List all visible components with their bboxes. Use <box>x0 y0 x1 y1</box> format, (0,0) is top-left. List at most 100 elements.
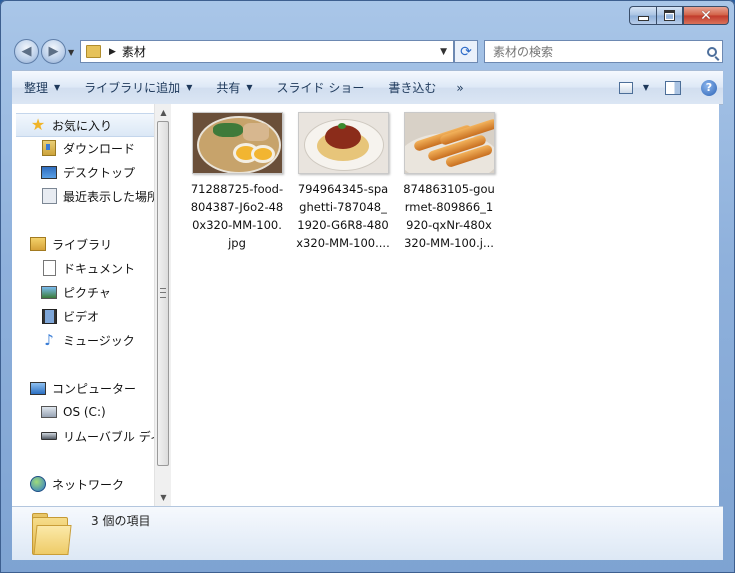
search-box[interactable] <box>484 40 723 63</box>
address-history-dropdown-icon[interactable]: ▼ <box>440 47 447 57</box>
libraries-icon <box>30 236 46 252</box>
preview-pane-button[interactable] <box>655 71 691 104</box>
close-icon: ✕ <box>700 7 712 24</box>
chevron-down-icon: ▼ <box>246 83 253 92</box>
arrow-left-icon: ◀ <box>21 44 32 59</box>
breadcrumb-separator-icon[interactable]: ▶ <box>109 47 116 57</box>
file-name-line: 804387-J6o2-48 <box>190 200 284 214</box>
nav-item-network[interactable]: ネットワーク <box>30 473 124 495</box>
refresh-icon: ⟳ <box>460 43 472 60</box>
documents-icon <box>41 260 57 276</box>
change-view-button[interactable]: ▼ <box>613 71 655 104</box>
view-icon <box>618 81 633 94</box>
chevron-down-icon: ▼ <box>642 83 649 92</box>
maximize-button[interactable] <box>656 6 683 25</box>
maximize-icon <box>664 10 675 21</box>
nav-item-label: デスクトップ <box>63 165 136 180</box>
desktop-icon <box>41 164 57 180</box>
nav-item-pictures[interactable]: ピクチャ <box>41 281 111 303</box>
address-bar[interactable]: ▶ 素材 ▼ <box>80 40 454 63</box>
folder-icon <box>32 513 72 555</box>
burn-button[interactable]: 書き込む <box>376 71 448 104</box>
nav-item-label: ネットワーク <box>52 477 125 492</box>
folder-icon <box>86 45 101 58</box>
search-input[interactable] <box>491 43 695 60</box>
nav-item-desktop[interactable]: デスクトップ <box>41 161 135 183</box>
network-icon <box>30 476 46 492</box>
file-name-line: 794964345-spa <box>297 182 389 196</box>
nav-item-label: ビデオ <box>63 309 100 324</box>
add-to-library-label: ライブラリに追加 <box>84 81 181 95</box>
nav-item-label: コンピューター <box>52 381 137 396</box>
nav-item-label: 最近表示した場所 <box>63 189 155 204</box>
details-pane: 3 個の項目 <box>12 506 723 560</box>
share-menu-button[interactable]: 共有 ▼ <box>204 71 264 104</box>
nav-item-label: ミュージック <box>63 333 135 348</box>
more-commands-label: » <box>456 80 464 95</box>
scroll-up-arrow-icon[interactable]: ▲ <box>155 104 172 121</box>
pictures-icon <box>41 284 57 300</box>
file-name: 874863105-gou rmet-809866_1 920-qxNr-480… <box>396 180 502 252</box>
nav-item-libraries[interactable]: ライブラリ <box>30 233 112 255</box>
nav-item-label: お気に入り <box>52 118 113 133</box>
nav-item-label: ピクチャ <box>63 285 111 300</box>
breadcrumb-current-folder[interactable]: 素材 <box>122 43 146 60</box>
file-name-line: 0x320-MM-100. <box>192 218 282 232</box>
file-name-line: x320-MM-100.... <box>296 236 390 250</box>
downloads-folder-icon <box>41 140 57 156</box>
command-toolbar: 整理 ▼ ライブラリに追加 ▼ 共有 ▼ スライド ショー 書き込む » ▼ ? <box>12 70 723 105</box>
search-icon[interactable] <box>707 46 717 57</box>
nav-item-recent-places[interactable]: 最近表示した場所 <box>41 185 155 207</box>
navigation-scrollbar[interactable]: ▲ ▼ <box>154 104 172 506</box>
forward-button[interactable]: ▶ <box>41 39 66 64</box>
file-name: 794964345-spa ghetti-787048_ 1920-G6R8-4… <box>290 180 396 252</box>
explorer-window: ✕ ◀ ▶ ▼ ▶ 素材 ▼ ⟳ 整理 ▼ ライブラリに追加 ▼ 共有 ▼ スライド … <box>0 0 735 573</box>
scrollbar-grip-icon <box>160 288 166 298</box>
file-name-line: ghetti-787048_ <box>299 200 387 214</box>
nav-item-os-drive[interactable]: OS (C:) <box>41 401 106 423</box>
recent-pages-dropdown-icon[interactable]: ▼ <box>68 48 74 57</box>
nav-item-label: リムーバブル ディスク <box>63 429 154 444</box>
navigation-pane: ★ お気に入り ダウンロード デスクトップ 最近表示した場所 ライブラリ ドキュ… <box>12 104 155 506</box>
file-item[interactable]: 794964345-spa ghetti-787048_ 1920-G6R8-4… <box>290 112 396 252</box>
slideshow-label: スライド ショー <box>276 81 365 95</box>
file-item[interactable]: 71288725-food- 804387-J6o2-48 0x320-MM-1… <box>184 112 290 252</box>
star-icon: ★ <box>30 115 46 134</box>
help-button[interactable]: ? <box>691 71 723 104</box>
nav-item-removable-disk[interactable]: リムーバブル ディスク <box>41 425 154 447</box>
chevron-down-icon: ▼ <box>54 83 61 92</box>
scroll-down-arrow-icon[interactable]: ▼ <box>155 489 172 506</box>
arrow-right-icon: ▶ <box>48 44 59 59</box>
item-count: 3 個の項目 <box>91 514 151 528</box>
minimize-icon <box>637 16 649 21</box>
history-buttons: ◀ ▶ ▼ <box>12 38 74 66</box>
ramen-thumbnail <box>191 112 283 174</box>
nav-item-downloads[interactable]: ダウンロード <box>41 137 135 159</box>
nav-item-documents[interactable]: ドキュメント <box>41 257 135 279</box>
file-name-line: 320-MM-100.j... <box>404 236 494 250</box>
file-item[interactable]: 874863105-gou rmet-809866_1 920-qxNr-480… <box>396 112 502 252</box>
nav-item-label: ドキュメント <box>63 261 136 276</box>
refresh-button[interactable]: ⟳ <box>454 40 478 63</box>
nav-item-favorites[interactable]: ★ お気に入り <box>16 113 154 137</box>
minimize-button[interactable] <box>629 6 656 25</box>
hard-drive-icon <box>41 404 57 420</box>
nav-item-computer[interactable]: コンピューター <box>30 377 136 399</box>
computer-icon <box>30 380 46 396</box>
back-button[interactable]: ◀ <box>14 39 39 64</box>
file-name-line: 920-qxNr-480x <box>406 218 492 232</box>
file-name: 71288725-food- 804387-J6o2-48 0x320-MM-1… <box>184 180 290 252</box>
close-button[interactable]: ✕ <box>683 6 729 25</box>
caption-buttons: ✕ <box>629 6 729 25</box>
chevron-down-icon: ▼ <box>186 83 193 92</box>
file-name-line: rmet-809866_1 <box>404 200 494 214</box>
nav-item-music[interactable]: ♪ ミュージック <box>41 329 135 351</box>
videos-icon <box>41 308 57 324</box>
slideshow-button[interactable]: スライド ショー <box>265 71 377 104</box>
add-to-library-menu-button[interactable]: ライブラリに追加 ▼ <box>72 71 204 104</box>
organize-menu-button[interactable]: 整理 ▼ <box>12 71 72 104</box>
burn-label: 書き込む <box>388 81 437 95</box>
nav-item-videos[interactable]: ビデオ <box>41 305 99 327</box>
more-commands-button[interactable]: » <box>448 71 471 104</box>
file-name-line: jpg <box>228 236 246 250</box>
